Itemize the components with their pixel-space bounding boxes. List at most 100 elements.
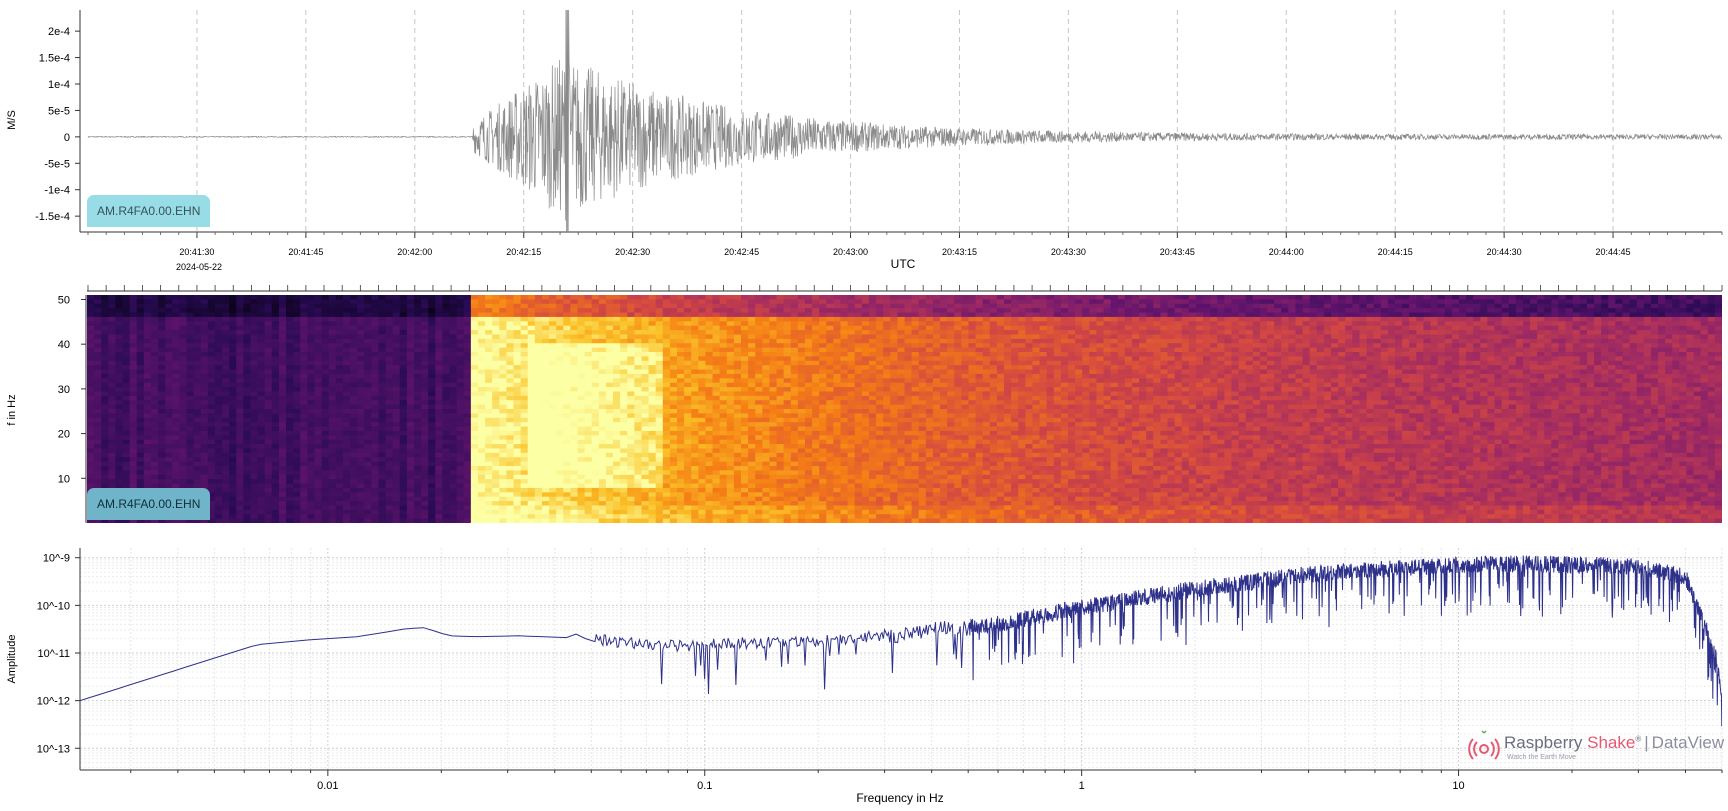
spectrogram-cell	[428, 417, 436, 423]
spectrogram-cell	[129, 466, 138, 471]
spectrogram-cell	[499, 452, 508, 458]
spectrogram-cell	[293, 382, 301, 388]
spectrogram-cell	[101, 347, 109, 353]
spectrogram-cell	[229, 395, 237, 401]
spectrogram-cell	[634, 347, 643, 353]
spectrogram-cell	[222, 422, 230, 428]
spectrogram-cell	[485, 338, 493, 344]
spectrogram-cell	[342, 518, 351, 523]
spectrogram-cell	[278, 426, 287, 432]
spectrogram-cell	[634, 452, 643, 458]
spectrogram-cell	[620, 308, 628, 314]
spectrogram-cell	[115, 347, 124, 353]
spectrogram-cell	[150, 321, 159, 327]
spectrogram-cell	[300, 505, 308, 511]
spectrogram-cell	[463, 325, 472, 331]
spectrogram-cell	[371, 391, 380, 397]
spectrogram-cell	[406, 430, 415, 436]
spectrogram-cell	[293, 338, 301, 344]
spectrogram-cell	[158, 479, 166, 485]
spectrogram-cell	[527, 360, 536, 366]
spectrogram-cell	[485, 356, 493, 362]
spectrogram-cell	[193, 295, 202, 300]
spectrogram-cell	[300, 474, 308, 480]
spectrogram-cell	[726, 470, 735, 476]
spectrogram-cell	[321, 444, 330, 450]
spectrogram-cell	[335, 409, 344, 414]
spectrogram-cell	[669, 417, 678, 423]
spectrogram-cell	[470, 448, 479, 454]
spectrogram-cell	[442, 448, 451, 454]
spectrogram-cell	[669, 439, 678, 445]
spectrogram-cell	[584, 426, 593, 432]
spectrogram-cell	[520, 430, 529, 436]
spectrogram-cell	[549, 457, 557, 463]
spectrogram-cell	[506, 461, 515, 467]
spectrogram-cell	[712, 400, 721, 406]
spectrogram-cell	[108, 365, 117, 371]
spectrogram-cell	[627, 417, 635, 423]
spectrogram-cell	[150, 347, 159, 353]
spectrogram-cell	[328, 461, 337, 467]
spectrogram-cell	[158, 316, 166, 322]
spectrogram-cell	[143, 391, 152, 397]
spectrogram-cell	[158, 435, 166, 441]
spectrogram-cell	[421, 409, 429, 414]
spectrogram-cell	[414, 509, 422, 515]
spectrogram-cell	[87, 330, 95, 336]
spectrogram-cell	[669, 356, 678, 362]
spectrogram-cell	[463, 404, 472, 410]
spectrogram-cell	[449, 470, 458, 476]
spectrogram-cell	[669, 444, 678, 450]
spectrogram-cell	[627, 430, 635, 436]
spectrogram-cell	[719, 308, 728, 314]
spectrogram-cell	[662, 505, 671, 511]
spectrogram-cell	[499, 400, 508, 406]
spectrogram-cell	[477, 356, 486, 362]
spectrogram-cell	[193, 439, 202, 445]
spectrogram-cell	[414, 303, 422, 309]
spectrogram-cell	[278, 417, 287, 423]
spectrogram-cell	[328, 417, 337, 423]
spectrogram-cell	[222, 452, 230, 458]
spectrogram-cell	[634, 514, 643, 520]
spectrogram-cell	[200, 321, 209, 327]
spectrogram-cell	[286, 496, 294, 502]
spectrogram-cell	[712, 470, 721, 476]
spectrogram-cell	[605, 343, 614, 349]
spectrogram-cell	[435, 439, 444, 445]
spectrogram-cell	[357, 466, 365, 471]
spectrogram-cell	[726, 518, 735, 523]
spectrogram-cell	[705, 378, 714, 384]
spectrogram-cell	[236, 466, 244, 471]
spectrogram-cell	[477, 483, 486, 489]
spectrogram-cell	[214, 404, 223, 410]
spectrogram-cell	[143, 417, 152, 423]
spectrogram-cell	[577, 505, 586, 511]
spectrogram-cell	[577, 303, 586, 309]
spectrogram-cell	[655, 325, 664, 331]
spectrogram-cell	[712, 435, 721, 441]
spectrogram-cell	[534, 330, 543, 336]
spectrogram-cell	[719, 518, 728, 523]
spectrogram-cell	[641, 426, 650, 432]
spectrogram-cell	[101, 352, 109, 357]
spectrogram-cell	[136, 347, 145, 353]
spectrogram-cell	[293, 487, 301, 493]
spectrogram-cell	[236, 347, 244, 353]
spectrogram-cell	[314, 483, 323, 489]
spectrogram-cell	[421, 325, 429, 331]
spectrogram-cell	[399, 325, 408, 331]
spectrogram-cell	[87, 452, 95, 458]
spectrogram-cell	[499, 435, 508, 441]
spectrogram-cell	[307, 492, 316, 498]
spectrogram-cell	[705, 334, 714, 340]
spectrogram-cell	[378, 448, 387, 454]
spectrogram-cell	[143, 303, 152, 309]
spectrogram-cell	[449, 334, 458, 340]
spectrogram-cell	[257, 325, 266, 331]
spectrogram-cell	[719, 474, 728, 480]
spectrogram-cell	[350, 378, 358, 384]
spectrogram-cell	[705, 343, 714, 349]
spectrogram-cell	[364, 303, 372, 309]
